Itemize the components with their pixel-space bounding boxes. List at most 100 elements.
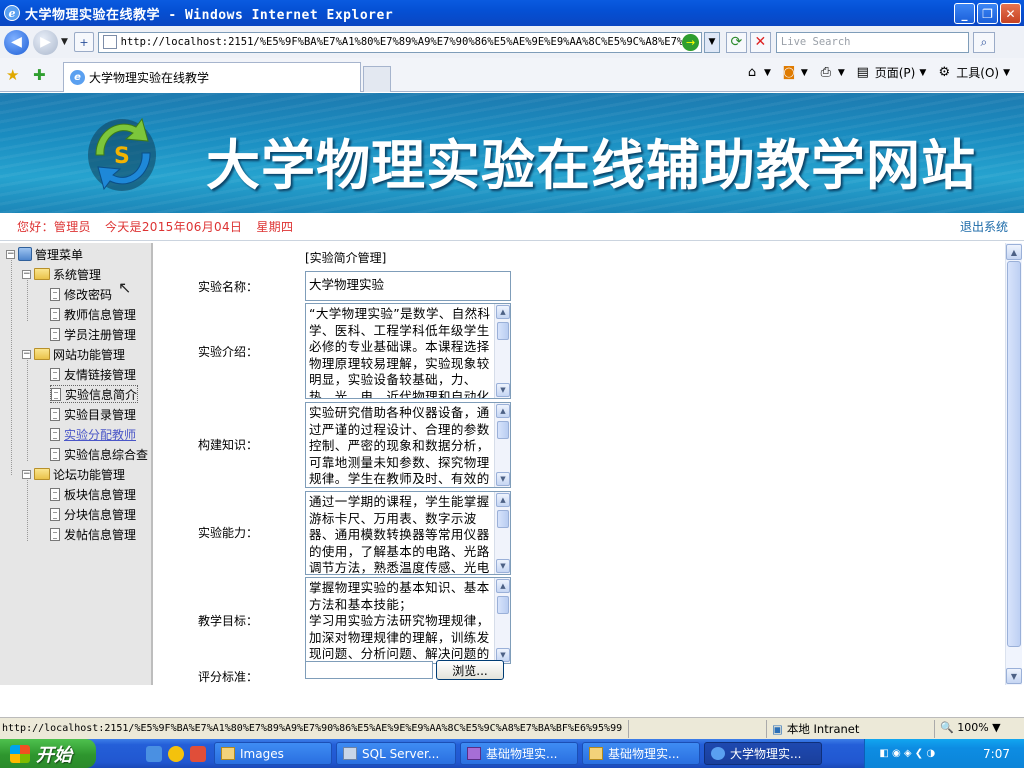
taskbar-sql-server[interactable]: SQL Server... [336,742,456,765]
sidebar-item-experiment-catalog[interactable]: 实验目录管理 [50,405,136,423]
collapse-icon[interactable]: − [22,269,31,279]
sidebar-item-posts[interactable]: 发帖信息管理 [50,525,136,543]
taskbar-images[interactable]: Images [214,742,332,765]
address-dropdown-icon[interactable]: ▼ [703,31,720,53]
address-url[interactable]: http://localhost:2151/%E5%9F%BA%E7%A1%80… [121,36,683,48]
goal-textarea[interactable]: 掌握物理实验的基本知识、基本方法和基本技能； 学习用实验方法研究物理规律，加深对… [305,577,511,664]
textarea-scrollbar[interactable]: ▲ ▼ [494,578,510,663]
greeting-text: 您好：管理员 [17,220,91,234]
textarea-scrollbar[interactable]: ▲ ▼ [494,403,510,487]
sidebar-item-label: 教师信息管理 [64,307,137,322]
ie-quicklaunch-icon[interactable] [146,745,162,762]
tree-root[interactable]: − 管理菜单 [6,245,83,263]
window-title: 大学物理实验在线教学 - Windows Internet Explorer [25,7,394,23]
address-bar[interactable]: http://localhost:2151/%E5%9F%BA%E7%A1%80… [97,31,702,53]
intro-label: 实验介绍： [198,345,259,359]
sidebar-item-student-registration[interactable]: 学员注册管理 [50,325,136,343]
sidebar-item-assign-teacher[interactable]: 实验分配教师 [50,425,136,443]
app-quicklaunch-icon[interactable] [168,745,184,762]
sidebar-item-links[interactable]: 友情链接管理 [50,365,136,383]
start-button[interactable]: 开始 [0,739,96,768]
maximize-button[interactable]: ❐ [977,3,998,24]
sidebar-item-board[interactable]: 板块信息管理 [50,485,136,503]
sidebar-menu: − 管理菜单 − 系统管理 修改密码 教师信息管理 学员注册管理 − 网站功能管… [0,243,153,685]
knowledge-label: 构建知识： [198,438,259,452]
ability-text: 通过一学期的课程，学生能掌握游标卡尺、万用表、数字示波器、通用模数转换器等常用仪… [309,494,490,575]
group-label: 网站功能管理 [53,347,126,362]
mouse-cursor-icon: ↖ [118,278,132,297]
close-button[interactable]: ✕ [1000,3,1021,24]
intro-textarea[interactable]: “大学物理实验”是数学、自然科学、医科、工程学科低年级学生必修的专业基础课。本课… [305,303,511,399]
page-scrollbar[interactable]: ▲ ▼ [1005,243,1022,685]
print-icon[interactable]: ⎙ [818,65,834,81]
start-label: 开始 [36,744,72,766]
collapse-icon[interactable]: − [22,349,31,359]
home-icon[interactable]: ⌂ [744,65,760,81]
forward-button[interactable]: ▶ [33,29,58,55]
collapse-icon[interactable]: − [22,469,31,479]
add-favorite-icon[interactable]: + [73,32,94,52]
tools-menu[interactable]: 工具(O) [956,64,999,81]
knowledge-textarea[interactable]: 实验研究借助各种仪器设备，通过严谨的过程设计、合理的参数控制、严密的现象和数据分… [305,402,511,488]
svg-text:S: S [114,144,130,169]
go-icon[interactable]: → [682,33,699,51]
security-zone[interactable]: ▣ 本地 Intranet [772,721,859,737]
document-icon [50,487,60,501]
taskbar-folder[interactable]: 基础物理实... [582,742,700,765]
sidebar-item-section[interactable]: 分块信息管理 [50,505,136,523]
browse-button[interactable]: 浏览... [436,660,504,680]
ie-icon: e [4,5,20,21]
tab-current[interactable]: e 大学物理实验在线教学 [63,62,361,92]
sidebar-group-system[interactable]: − 系统管理 [22,265,101,283]
sidebar-group-site[interactable]: − 网站功能管理 [22,345,125,363]
name-input[interactable]: 大学物理实验 [305,271,511,301]
sidebar-item-label: 学员注册管理 [64,327,137,342]
minimize-button[interactable]: _ [954,3,975,24]
zoom-control[interactable]: 🔍 100% ▼ [940,721,1001,734]
sidebar-item-change-password[interactable]: 修改密码 [50,285,112,303]
textarea-scrollbar[interactable]: ▲ ▼ [494,304,510,398]
tray-icons[interactable]: ◧ ◉ ◈ ❮ ◑ [879,748,935,759]
site-banner: S 大学物理实验在线辅助教学网站 [0,93,1024,213]
scroll-down-icon[interactable]: ▼ [1006,668,1022,684]
back-button[interactable]: ◀ [4,29,29,55]
taskbar-ie-active[interactable]: 大学物理实... [704,742,822,765]
tab-bar: ★ ✚ e 大学物理实验在线教学 ⌂ ▼ ◙ ▼ ⎙ ▼ ▤ 页面(P) ▼ ⚙ 工具(… [0,58,1024,92]
sidebar-item-experiment-intro[interactable]: 实验信息简介 [50,385,139,403]
textarea-scrollbar[interactable]: ▲ ▼ [494,492,510,574]
sidebar-item-label: 发帖信息管理 [64,527,137,542]
main-content: [实验简介管理] 实验名称： 大学物理实验 实验介绍： “大学物理实验”是数学、… [155,243,1005,685]
tab-label: 大学物理实验在线教学 [89,71,210,85]
collapse-icon[interactable]: − [6,249,15,259]
taskbar-visual-studio[interactable]: 基础物理实... [460,742,578,765]
feeds-icon[interactable]: ◙ [781,65,797,81]
taskbar-label: Images [240,746,284,761]
scroll-thumb[interactable] [1007,261,1021,647]
sidebar-group-forum[interactable]: − 论坛功能管理 [22,465,125,483]
sidebar-item-label: 实验分配教师 [64,427,137,442]
address-toolbar: ◀ ▶ ▼ + http://localhost:2151/%E5%9F%BA%… [0,26,1024,58]
folder-icon [34,268,50,280]
favorites-star-icon[interactable]: ★ [6,66,19,84]
scroll-up-icon[interactable]: ▲ [1006,244,1022,260]
knowledge-text: 实验研究借助各种仪器设备，通过严谨的过程设计、合理的参数控制、严密的现象和数据分… [309,405,490,486]
search-input[interactable]: Live Search [775,31,969,53]
page-menu[interactable]: 页面(P) [875,64,916,81]
search-icon[interactable]: ⌕ [972,31,995,53]
history-dropdown-icon[interactable]: ▼ [61,37,68,47]
folder-icon [589,747,603,760]
sidebar-item-label: 实验目录管理 [64,407,137,422]
add-favorites-icon[interactable]: ✚ [33,66,46,84]
score-label: 评分标准： [198,670,259,684]
refresh-icon[interactable]: ⟳ [725,31,747,53]
app2-quicklaunch-icon[interactable] [190,745,206,762]
ability-textarea[interactable]: 通过一学期的课程，学生能掌握游标卡尺、万用表、数字示波器、通用模数转换器等常用仪… [305,491,511,575]
taskbar-label: 基础物理实... [486,747,558,761]
file-path-input[interactable] [305,661,433,679]
new-tab-button[interactable] [363,66,391,92]
sidebar-item-experiment-query[interactable]: 实验信息综合查 [50,445,148,463]
sidebar-item-teacher-info[interactable]: 教师信息管理 [50,305,136,323]
stop-icon[interactable]: ✕ [749,31,771,53]
visual-studio-icon [467,747,481,760]
logout-link[interactable]: 退出系统 [960,218,1008,235]
